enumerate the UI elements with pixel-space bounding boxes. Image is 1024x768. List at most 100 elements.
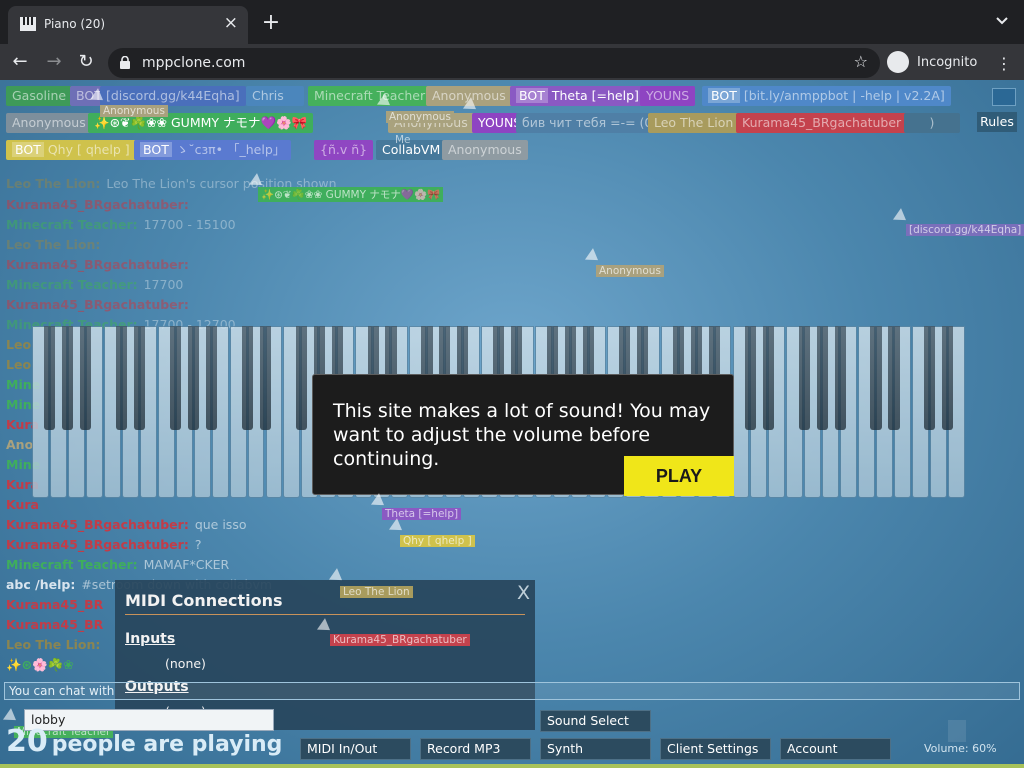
cursor-label: Anonymous (596, 265, 664, 277)
user-name: Kurama45_BRgachatuber (742, 115, 902, 130)
bot-tag: BOT (708, 88, 740, 103)
user-badge[interactable]: Anonymous (6, 113, 92, 133)
chat-author: Kurama45_BRgachatuber: (6, 537, 189, 552)
chat-author: Leo The Lion: (6, 637, 101, 652)
chat-message: Kurama45_BRgachatuber: (6, 197, 195, 212)
volume-knob[interactable] (948, 720, 966, 742)
piano-favicon-icon (20, 17, 36, 31)
user-name: [discord.gg/k44Eqha] (106, 88, 240, 103)
remote-cursor-icon (388, 518, 407, 536)
rules-button[interactable]: Rules (977, 112, 1017, 132)
sound-select-button[interactable]: Sound Select (540, 710, 651, 732)
black-key[interactable] (888, 326, 900, 430)
chat-text: 17700 (143, 277, 184, 292)
chat-author: Kurama45_BR (6, 617, 104, 632)
cursor-label: Me (395, 134, 411, 146)
chat-author: Kurama45_BRgachatuber: (6, 297, 189, 312)
user-badge[interactable]: Chris (246, 86, 304, 106)
user-badge[interactable]: Kurama45_BRgachatuber (736, 113, 908, 133)
user-badge[interactable]: BOT [bit.ly/anmppbot | -help | v2.2A] (702, 86, 951, 106)
black-key[interactable] (834, 326, 846, 430)
user-name: Leo The Lion (654, 115, 734, 130)
reload-icon[interactable]: ↻ (74, 50, 98, 74)
browser-menu-icon[interactable]: ⋮ (996, 54, 1012, 73)
user-badge[interactable]: YOUNS (640, 86, 696, 106)
black-key[interactable] (187, 326, 200, 430)
chat-author: Kurama45_BRgachatuber: (6, 197, 189, 212)
chat-author: Kurama45_BRgachatuber: (6, 257, 189, 272)
black-key[interactable] (924, 326, 936, 430)
active-tab[interactable]: Piano (20) × (8, 6, 248, 44)
black-key[interactable] (44, 326, 56, 430)
chat-author: Leo (6, 337, 32, 352)
black-key[interactable] (798, 326, 810, 430)
chat-author: abc /help: (6, 577, 76, 592)
user-badge[interactable]: BOT Theta [=help] (510, 86, 645, 106)
midi-in-out-button[interactable]: MIDI In/Out (300, 738, 411, 760)
user-name: YOUNS (646, 88, 690, 103)
people-number: 20 (6, 724, 48, 759)
chat-input[interactable]: You can chat with (4, 682, 1020, 700)
chat-text: ? (194, 537, 202, 552)
back-arrow-icon[interactable]: ← (8, 50, 32, 74)
user-badge[interactable]: [discord.gg/k44Eqha] (100, 86, 246, 106)
black-key[interactable] (62, 326, 74, 430)
user-badge[interactable]: {ñ.v ñ} (314, 140, 374, 160)
black-key[interactable] (80, 326, 92, 430)
user-badge[interactable]: Minecraft Teacher (308, 86, 432, 106)
chat-author: Kura (6, 497, 39, 512)
chat-author: Kurama45_BRgachatuber: (6, 517, 189, 532)
black-key[interactable] (241, 326, 253, 430)
user-badge[interactable]: ) (904, 113, 960, 133)
close-icon[interactable]: X (517, 582, 530, 604)
black-key[interactable] (205, 326, 217, 430)
user-badge[interactable]: Anonymous (442, 140, 528, 160)
black-key[interactable] (169, 326, 182, 430)
chat-message: Leo The Lion: (6, 237, 106, 252)
chat-author: Kurama45_BR (6, 597, 104, 612)
close-tab-icon[interactable]: × (224, 13, 238, 33)
address-bar[interactable]: mppclone.com ☆ (108, 48, 880, 78)
chat-message: ✨⊛🌸☘️❀ (6, 657, 80, 673)
black-key[interactable] (744, 326, 756, 430)
user-badge[interactable]: BOT Qhy [ qhelp ] (6, 140, 136, 160)
black-key[interactable] (295, 326, 307, 430)
black-key[interactable] (259, 326, 271, 430)
chat-message: Kurama45_BRgachatuber: que isso (6, 517, 246, 532)
black-key[interactable] (134, 326, 146, 430)
chat-message: Minecraft Teacher: 17700 - 15100 (6, 217, 236, 232)
client-settings-button[interactable]: Client Settings (660, 738, 771, 760)
user-badge[interactable]: BOT ゝ˘сзπ• 「_help」 (134, 140, 292, 160)
chat-message: Minecraft Teacher: MAMAF*CKER (6, 557, 229, 572)
black-key[interactable] (870, 326, 882, 430)
lock-icon (120, 56, 130, 69)
bookmark-star-icon[interactable]: ☆ (854, 52, 868, 71)
black-key[interactable] (816, 326, 828, 430)
cursor-label: [discord.gg/k44Eqha] (906, 224, 1024, 236)
new-tab-button[interactable]: + (259, 10, 283, 35)
incognito-label: Incognito (917, 55, 978, 70)
user-name: Anonymous (448, 142, 522, 157)
account-button[interactable]: Account (780, 738, 891, 760)
people-count: 20 people are playing (6, 724, 282, 759)
user-name: ゝ˘сзπ• 「_help」 (175, 142, 286, 157)
tab-search-chevron-icon[interactable] (996, 14, 1008, 26)
incognito-indicator[interactable]: Incognito (884, 49, 986, 77)
chat-toggle-icon[interactable] (992, 88, 1016, 106)
chat-message: Kurama45_BRgachatuber: (6, 257, 195, 272)
user-badge[interactable]: Gasoline (6, 86, 73, 106)
play-button[interactable]: PLAY (624, 456, 734, 496)
forward-arrow-icon[interactable]: → (42, 50, 66, 74)
black-key[interactable] (942, 326, 954, 430)
user-name: [bit.ly/anmppbot | -help | v2.2A] (743, 88, 945, 103)
black-key[interactable] (116, 326, 128, 430)
chat-author: Minecraft Teacher: (6, 277, 138, 292)
black-key[interactable] (762, 326, 774, 430)
chat-author: Leo The Lion: (6, 237, 101, 252)
divider (125, 614, 525, 615)
record-mp3-button[interactable]: Record MP3 (420, 738, 531, 760)
cursor-label: ✨⊛❦☘️❀❀ GUMMY ナモナ💜🌸🎀 (258, 187, 444, 202)
user-badge[interactable]: Leo The Lion (648, 113, 740, 133)
chat-text: 17700 - 15100 (143, 217, 236, 232)
synth-button[interactable]: Synth (540, 738, 651, 760)
